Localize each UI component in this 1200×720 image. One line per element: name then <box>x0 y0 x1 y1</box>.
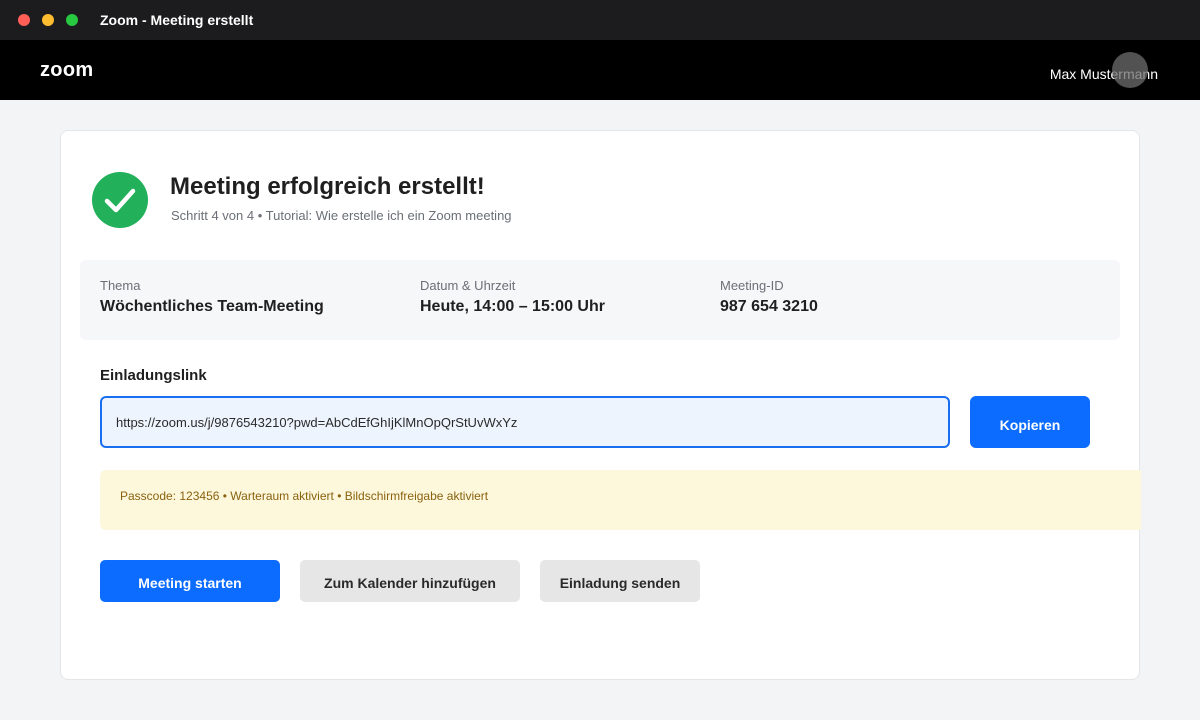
checkmark-circle-icon <box>92 172 148 228</box>
meeting-created-card: Meeting erfolgreich erstellt! Schritt 4 … <box>60 130 1141 680</box>
detail-datetime: Datum & Uhrzeit Heute, 14:00 – 15:00 Uhr <box>420 278 605 316</box>
topic-label: Thema <box>100 278 141 293</box>
invite-link-input[interactable] <box>100 396 950 448</box>
datetime-value: Heute, 14:00 – 15:00 Uhr <box>420 298 605 315</box>
maximize-window-button[interactable] <box>66 14 78 26</box>
send-invitation-button[interactable]: Einladung senden <box>540 560 700 602</box>
topic-value: Wöchentliches Team-Meeting <box>100 298 324 315</box>
window-title: Zoom - Meeting erstellt <box>100 12 254 28</box>
notice-text: Passcode: 123456 • Warteraum aktiviert •… <box>120 489 489 503</box>
invite-link-label: Einladungslink <box>100 367 207 384</box>
meeting-id-value: 987 654 3210 <box>720 298 818 315</box>
avatar[interactable] <box>1112 52 1148 88</box>
copy-link-button[interactable]: Kopieren <box>970 396 1090 448</box>
app-header: zoom Max Mustermann <box>0 40 1200 100</box>
close-window-button[interactable] <box>18 14 30 26</box>
zoom-logo: zoom <box>40 59 94 81</box>
detail-topic: Thema Wöchentliches Team-Meeting <box>100 278 324 316</box>
step-subtitle: Schritt 4 von 4 • Tutorial: Wie erstelle… <box>171 208 512 223</box>
meeting-settings-notice: Passcode: 123456 • Warteraum aktiviert •… <box>100 470 1141 530</box>
meeting-details-panel: Thema Wöchentliches Team-Meeting Datum &… <box>80 260 1120 340</box>
start-meeting-button[interactable]: Meeting starten <box>100 560 280 602</box>
detail-meeting-id: Meeting-ID 987 654 3210 <box>720 278 818 316</box>
page-title: Meeting erfolgreich erstellt! <box>170 173 485 200</box>
datetime-label: Datum & Uhrzeit <box>420 278 516 293</box>
meeting-id-label: Meeting-ID <box>720 278 784 293</box>
minimize-window-button[interactable] <box>42 14 54 26</box>
add-to-calendar-button[interactable]: Zum Kalender hinzufügen <box>300 560 520 602</box>
window-titlebar: Zoom - Meeting erstellt <box>0 0 1200 40</box>
